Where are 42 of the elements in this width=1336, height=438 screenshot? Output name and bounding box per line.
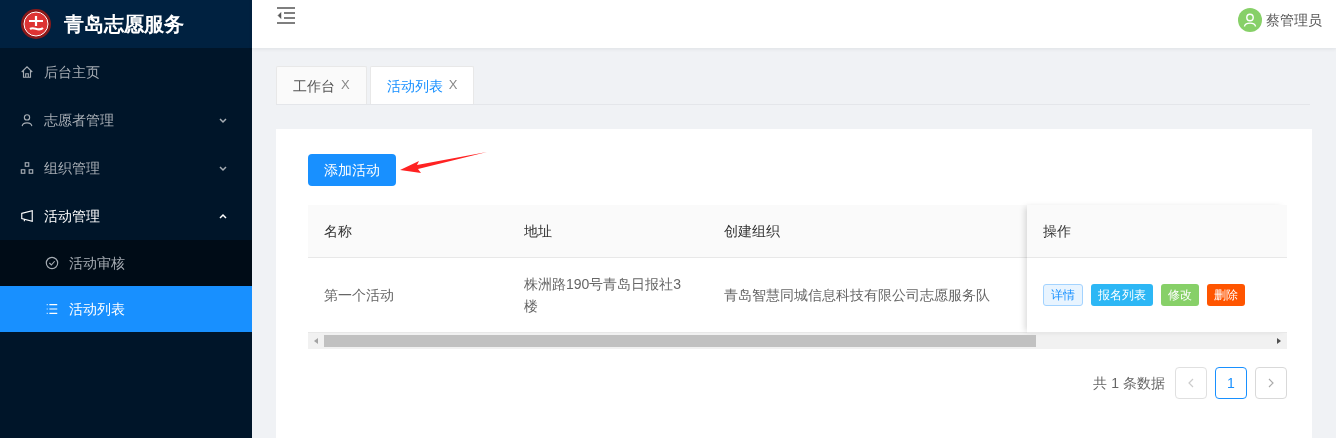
megaphone-icon xyxy=(20,209,34,223)
column-header: 名称 xyxy=(323,222,353,241)
table-cell-text: 青岛智慧同城信息科技有限公司志愿服务队 xyxy=(723,286,991,305)
avatar-icon xyxy=(1238,8,1262,32)
tab[interactable]: 活动列表 X xyxy=(369,66,475,104)
menu-item[interactable]: 组织管理 xyxy=(0,144,252,192)
chevron-up-icon xyxy=(218,211,228,221)
menu-item[interactable]: 活动管理 xyxy=(0,192,252,240)
chevron-left-icon xyxy=(1186,378,1196,388)
menu-item[interactable]: 后台主页 xyxy=(0,48,252,96)
next-page-button[interactable] xyxy=(1255,367,1287,399)
add-activity-button[interactable]: 添加活动 xyxy=(308,154,396,186)
collapse-menu-icon[interactable] xyxy=(276,6,296,24)
menu-item[interactable]: 志愿者管理 xyxy=(0,96,252,144)
column-header: 地址 xyxy=(523,222,553,241)
logo-icon xyxy=(20,8,52,40)
chevron-right-icon xyxy=(1266,378,1276,388)
column-header: 创建组织 xyxy=(723,222,781,241)
details-button[interactable]: 详情 xyxy=(1043,284,1083,306)
total-count: 共 1 条数据 xyxy=(1093,374,1165,393)
scrollbar-thumb[interactable] xyxy=(324,335,1036,347)
table-cell-text: 第一个活动 xyxy=(323,286,395,305)
app-title: 青岛志愿服务 xyxy=(64,12,184,37)
chevron-down-icon xyxy=(218,163,228,173)
user-name[interactable]: 蔡管理员 xyxy=(1266,10,1322,30)
column-header: 操作 xyxy=(1027,205,1287,258)
chevron-down-icon xyxy=(218,115,228,125)
action-button[interactable]: 报名列表 xyxy=(1091,284,1153,306)
hierarchy-icon xyxy=(20,161,34,175)
horizontal-scrollbar[interactable] xyxy=(308,333,1287,349)
close-tab-button[interactable]: X xyxy=(341,76,350,95)
user-icon xyxy=(20,113,34,127)
submenu-item[interactable]: 活动列表 xyxy=(0,286,252,332)
list-icon xyxy=(45,302,59,316)
tab[interactable]: 工作台 X xyxy=(276,66,367,104)
action-button[interactable]: 删除 xyxy=(1207,284,1245,306)
submenu-item[interactable]: 活动审核 xyxy=(0,240,252,286)
check-circle-icon xyxy=(45,256,59,270)
close-tab-button[interactable]: X xyxy=(448,76,458,95)
home-icon xyxy=(20,65,34,79)
table-cell-text: 株洲路190号青岛日报社3楼 xyxy=(523,275,683,316)
page-button[interactable]: 1 xyxy=(1215,367,1247,399)
